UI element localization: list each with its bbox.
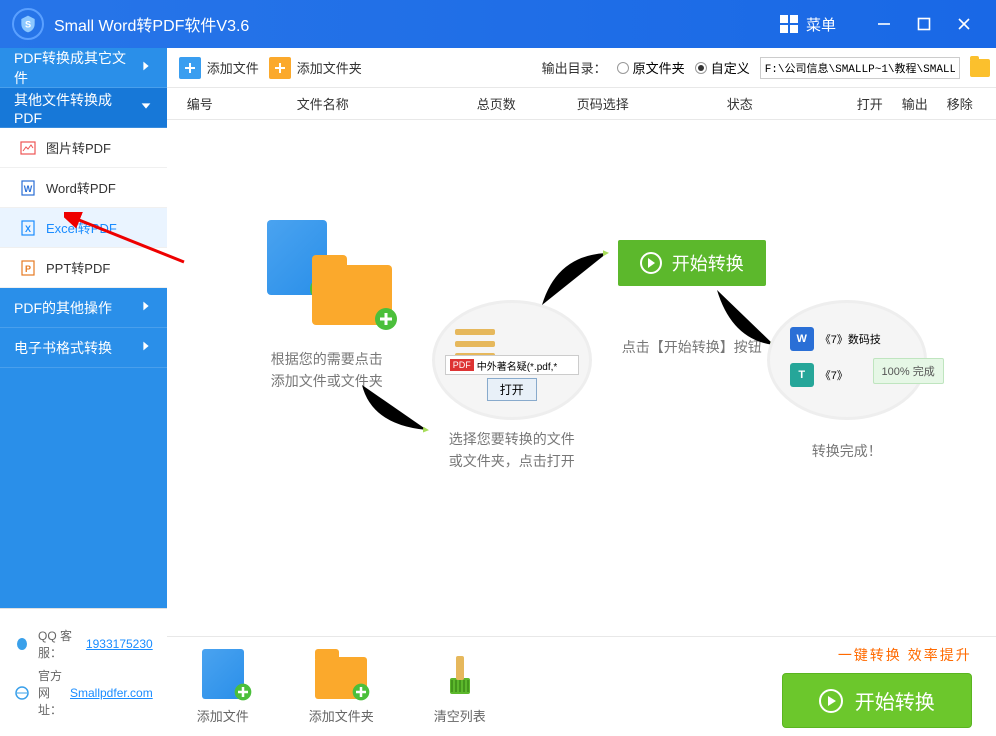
radio-custom-folder[interactable]: 自定义 — [695, 58, 750, 77]
menu-button[interactable]: 菜单 — [772, 10, 844, 39]
plus-icon — [179, 57, 201, 79]
sidebar-section-ebook[interactable]: 电子书格式转换 — [0, 328, 167, 368]
brush-icon — [436, 650, 484, 698]
footer-add-file-button[interactable]: 添加文件 — [197, 648, 249, 725]
ie-icon — [14, 685, 30, 701]
step1-graphic-icon — [257, 220, 397, 340]
footer-slogan: 一键转换 效率提升 — [782, 645, 972, 665]
browse-folder-button[interactable] — [970, 59, 990, 77]
menu-grid-icon — [780, 15, 798, 33]
sidebar-item-word-to-pdf[interactable]: W Word转PDF — [0, 168, 167, 208]
th-status: 状态 — [727, 94, 857, 113]
sidebar: PDF转换成其它文件 其他文件转换成PDF 图片转PDF W Word转PDF … — [0, 48, 167, 736]
footer-clear-list-button[interactable]: 清空列表 — [434, 648, 486, 725]
excel-icon: X — [20, 220, 36, 236]
play-icon — [640, 252, 662, 274]
step4-badge: 100% 完成 — [873, 358, 944, 384]
chevron-right-icon — [139, 339, 153, 356]
footer-clear-label: 清空列表 — [434, 706, 486, 725]
th-output: 输出 — [902, 94, 947, 113]
sidebar-section-pdf-other-ops[interactable]: PDF的其他操作 — [0, 288, 167, 328]
sidebar-item-label: Word转PDF — [46, 178, 116, 197]
add-folder-label: 添加文件夹 — [297, 58, 362, 77]
step2-open-label: 打开 — [487, 378, 537, 401]
step-1: 根据您的需要点击 添加文件或文件夹 — [227, 220, 427, 393]
step-4: W《7》数码技 T《7》 100% 完成 转换完成！ — [737, 300, 957, 462]
step2-text-line1: 选择您要转换的文件 — [402, 428, 622, 450]
site-label: 官方网址： — [38, 667, 62, 718]
sidebar-section-label: PDF转换成其它文件 — [14, 48, 139, 88]
annotation-arrow-icon — [64, 212, 194, 272]
chevron-right-icon — [139, 59, 153, 76]
footer-add-file-label: 添加文件 — [197, 706, 249, 725]
table-header: 编号 文件名称 总页数 页码选择 状态 打开 输出 移除 — [167, 88, 996, 120]
play-icon — [819, 689, 843, 713]
add-file-button[interactable]: 添加文件 — [179, 57, 259, 79]
sidebar-section-label: 其他文件转换成PDF — [14, 90, 139, 126]
output-path-input[interactable] — [760, 57, 960, 79]
sidebar-section-label: 电子书格式转换 — [14, 338, 112, 358]
sidebar-section-other-to-pdf[interactable]: 其他文件转换成PDF — [0, 88, 167, 128]
content: 添加文件 添加文件夹 输出目录： 原文件夹 自定义 编号 文件名称 总页数 — [167, 48, 996, 736]
step2-text-line2: 或文件夹，点击打开 — [402, 450, 622, 472]
minimize-button[interactable] — [864, 4, 904, 44]
maximize-button[interactable] — [904, 4, 944, 44]
th-filename: 文件名称 — [297, 94, 477, 113]
radio-label: 原文件夹 — [633, 58, 685, 77]
plus-badge-icon — [233, 682, 253, 702]
th-pages: 总页数 — [477, 94, 577, 113]
instruction-area: 根据您的需要点击 添加文件或文件夹 PDF中外著名疑(*.pdf,* 打开 选择… — [167, 120, 996, 636]
word-icon: W — [20, 180, 36, 196]
step3-button-graphic: 开始转换 — [618, 240, 766, 286]
sidebar-item-label: 图片转PDF — [46, 138, 111, 157]
output-dir-label: 输出目录： — [542, 58, 607, 77]
toolbar: 添加文件 添加文件夹 输出目录： 原文件夹 自定义 — [167, 48, 996, 88]
qq-icon — [14, 636, 30, 652]
th-remove: 移除 — [947, 94, 992, 113]
step4-text-line1: 转换完成！ — [737, 440, 957, 462]
radio-label: 自定义 — [711, 58, 750, 77]
start-convert-button[interactable]: 开始转换 — [782, 673, 972, 728]
step4-row1-text: 《7》数码技 — [820, 331, 881, 347]
add-folder-button[interactable]: 添加文件夹 — [269, 57, 362, 79]
titlebar: S Small Word转PDF软件V3.6 菜单 — [0, 0, 996, 48]
image-icon — [20, 140, 36, 156]
chevron-right-icon — [139, 299, 153, 316]
sidebar-section-pdf-to-other[interactable]: PDF转换成其它文件 — [0, 48, 167, 88]
sidebar-bottom: QQ 客服： 1933175230 官方网址： Smallpdfer.com — [0, 608, 167, 736]
step1-text-line1: 根据您的需要点击 — [227, 348, 427, 370]
sidebar-section-label: PDF的其他操作 — [14, 298, 112, 318]
radio-source-folder[interactable]: 原文件夹 — [617, 58, 685, 77]
sidebar-item-image-to-pdf[interactable]: 图片转PDF — [0, 128, 167, 168]
th-page-select: 页码选择 — [577, 94, 727, 113]
ppt-icon: P — [20, 260, 36, 276]
footer-add-folder-button[interactable]: 添加文件夹 — [309, 648, 374, 725]
th-open: 打开 — [857, 94, 902, 113]
svg-text:P: P — [25, 264, 31, 274]
close-button[interactable] — [944, 4, 984, 44]
step4-graphic-icon: W《7》数码技 T《7》 100% 完成 — [767, 300, 927, 420]
add-file-label: 添加文件 — [207, 58, 259, 77]
plus-badge-icon — [351, 682, 371, 702]
footer: 添加文件 添加文件夹 清空列表 — [167, 636, 996, 736]
menu-label: 菜单 — [806, 14, 836, 35]
qq-label: QQ 客服： — [38, 627, 78, 661]
site-link[interactable]: Smallpdfer.com — [70, 686, 153, 700]
th-index: 编号 — [177, 94, 297, 113]
step3-button-label: 开始转换 — [672, 250, 744, 276]
step4-row2-text: 《7》 — [820, 367, 848, 383]
footer-add-folder-label: 添加文件夹 — [309, 706, 374, 725]
svg-text:S: S — [25, 19, 31, 29]
plus-icon — [269, 57, 291, 79]
qq-link[interactable]: 1933175230 — [86, 637, 153, 651]
svg-text:W: W — [24, 184, 33, 194]
step2-filebar-text: 中外著名疑(*.pdf,* — [477, 358, 558, 373]
app-title: Small Word转PDF软件V3.6 — [54, 12, 249, 36]
svg-text:X: X — [25, 224, 31, 234]
app-logo-icon: S — [12, 8, 44, 40]
start-label: 开始转换 — [855, 686, 935, 715]
chevron-down-icon — [139, 99, 153, 116]
